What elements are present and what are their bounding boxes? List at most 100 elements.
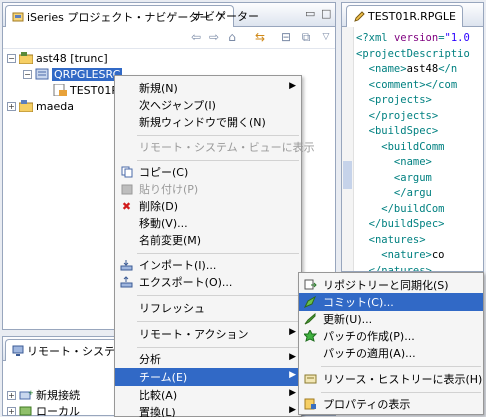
menu-separator (137, 321, 299, 322)
forward-icon[interactable]: ⇨ (207, 30, 221, 44)
code-line: </buildSpec> (356, 218, 445, 230)
menu-separator (137, 253, 299, 254)
menu-item-paste[interactable]: 貼り付け(P) (115, 180, 301, 198)
menu-separator (137, 295, 299, 296)
code-line: </buildCom (356, 202, 445, 215)
menu-item-export[interactable]: エクスポート(O)... (115, 273, 301, 291)
synchronize-icon (304, 279, 317, 291)
tree-node-project2[interactable]: + maeda (7, 98, 74, 114)
tree-node-local[interactable]: + ローカル (7, 403, 80, 417)
context-menu: 新規(N) ▶ 次へジャンプ(I) 新規ウィンドウで開く(N) リモート・システ… (114, 75, 315, 417)
home-icon[interactable]: ⌂ (225, 30, 239, 44)
collapse-all-icon[interactable]: ⊟ (279, 30, 293, 44)
source-file-icon (35, 68, 49, 80)
navigator-tab-bar: iSeries プロジェクト・ナビゲーター ✕ ナビゲーター ▭ □ (3, 3, 335, 27)
svg-text:+: + (28, 389, 33, 397)
submenu-arrow-icon: ▶ (289, 352, 296, 362)
menu-item-commit[interactable]: コミット(C)... (299, 293, 483, 311)
menu-item-import[interactable]: インポート(I)... (115, 256, 301, 274)
tree-node-new-connection[interactable]: + + 新規接続 (7, 387, 80, 403)
menu-item-compare[interactable]: 比較(A) ▶ (115, 386, 301, 404)
new-connection-icon: + (19, 389, 34, 401)
code-line: </projects> (356, 109, 439, 122)
editor-tab-bar: TEST01R.RPGLE (342, 3, 483, 27)
tab-navigator[interactable]: ナビゲーター (187, 5, 265, 27)
tree-node-label-selected: QRPGLESRC (52, 67, 123, 81)
menu-item-new[interactable]: 新規(N) ▶ (115, 79, 301, 97)
menu-item-create-patch[interactable]: パッチの作成(P)... (299, 327, 483, 345)
menu-item-remote-actions[interactable]: リモート・アクション ▶ (115, 325, 301, 343)
editor-ruler (342, 27, 354, 271)
menu-item-label: リモート・システム・ビューに表示 (139, 141, 315, 154)
menu-item-label: 置換(L) (139, 406, 176, 417)
navigator-view-icon (12, 11, 24, 23)
collapse-icon[interactable]: − (7, 53, 16, 63)
tree-node-member[interactable]: TEST01R. (53, 82, 122, 98)
menu-item-label: リフレッシュ (139, 302, 205, 315)
navigator-toolbar: ⇦ ⇨ ⌂ ⇆ ⊟ ⧉ ▽ (3, 27, 335, 49)
menu-item-label: 比較(A) (139, 389, 178, 402)
tree-node-srcfile[interactable]: − QRPGLESRC (23, 66, 123, 82)
menu-item-label: 分析 (139, 353, 161, 366)
minimize-icon[interactable]: ▭ (305, 7, 315, 20)
link-with-editor-icon[interactable]: ⇆ (253, 30, 267, 44)
menu-item-label: 新規(N) (139, 82, 178, 95)
tree-node-label: 新規接続 (36, 389, 80, 402)
menu-separator (137, 347, 299, 348)
menu-item-go-into[interactable]: 次へジャンプ(I) (115, 96, 301, 114)
submenu-arrow-icon: ▶ (289, 81, 296, 91)
local-system-icon (19, 405, 33, 417)
maximize-icon[interactable]: □ (321, 7, 331, 20)
menu-item-label: リモート・アクション (139, 328, 249, 341)
commit-icon (304, 296, 317, 308)
history-icon (304, 373, 317, 385)
menu-item-refresh[interactable]: リフレッシュ (115, 299, 301, 317)
xml-code-area[interactable]: <?xml version="1.0 <projectDescriptio <na… (356, 31, 470, 271)
create-patch-icon (304, 330, 317, 342)
expand-icon[interactable]: + (7, 406, 16, 416)
code-line: <natures> (356, 233, 426, 246)
menu-item-open-new-window[interactable]: 新規ウィンドウで開く(N) (115, 113, 301, 131)
import-icon (120, 259, 133, 271)
code-line: <?xml version="1.0 (356, 32, 470, 44)
menu-item-show-properties[interactable]: プロパティの表示 (299, 395, 483, 413)
tab-label: iSeries プロジェクト・ナビゲーター (27, 10, 211, 24)
tab-label: ナビゲーター (193, 10, 259, 23)
menu-separator (321, 366, 481, 367)
menu-item-team[interactable]: チーム(E) ▶ (115, 368, 301, 386)
menu-item-analyze[interactable]: 分析 ▶ (115, 350, 301, 368)
expand-icon[interactable]: + (7, 390, 16, 400)
menu-item-label: 更新(U)... (323, 313, 373, 326)
menu-item-rename[interactable]: 名前変更(M) (115, 231, 301, 249)
collapse-icon[interactable]: − (23, 69, 32, 79)
view-menu-icon[interactable]: ⧉ (299, 30, 313, 44)
paste-icon (120, 183, 133, 195)
remote-systems-icon (12, 345, 24, 357)
back-icon[interactable]: ⇦ (189, 30, 203, 44)
pencil-icon (353, 10, 365, 23)
update-icon (304, 313, 317, 325)
menu-item-show-in-remote[interactable]: リモート・システム・ビューに表示 (115, 138, 315, 156)
menu-item-label: 名前変更(M) (139, 234, 202, 247)
menu-item-synchronize[interactable]: リポジトリーと同期化(S) (299, 276, 483, 294)
expand-icon[interactable]: + (7, 101, 16, 111)
view-menu-dropdown-icon[interactable]: ▽ (319, 30, 333, 44)
tree-node-label: maeda (36, 99, 74, 113)
tree-node-project[interactable]: − ast48 [trunc] (7, 50, 108, 66)
menu-item-apply-patch[interactable]: パッチの適用(A)... (299, 344, 483, 362)
tab-editor-file[interactable]: TEST01R.RPGLE (346, 5, 463, 27)
menu-item-label: 貼り付け(P) (139, 183, 199, 196)
menu-item-copy[interactable]: コピー(C) (115, 163, 301, 181)
menu-item-replace[interactable]: 置換(L) ▶ (115, 403, 301, 417)
code-line: <projects> (356, 94, 432, 106)
menu-item-label: コピー(C) (139, 166, 189, 179)
menu-item-move[interactable]: 移動(V)... (115, 214, 301, 232)
menu-item-label: パッチの適用(A)... (323, 347, 416, 360)
code-line: <argum (356, 171, 432, 184)
menu-item-label: エクスポート(O)... (139, 276, 233, 289)
menu-item-delete[interactable]: ✖ 削除(D) (115, 197, 301, 215)
menu-item-label: プロパティの表示 (323, 398, 411, 411)
menu-separator (137, 160, 299, 161)
menu-item-update[interactable]: 更新(U)... (299, 310, 483, 328)
menu-item-show-resource-history[interactable]: リソース・ヒストリーに表示(H) (299, 370, 483, 388)
